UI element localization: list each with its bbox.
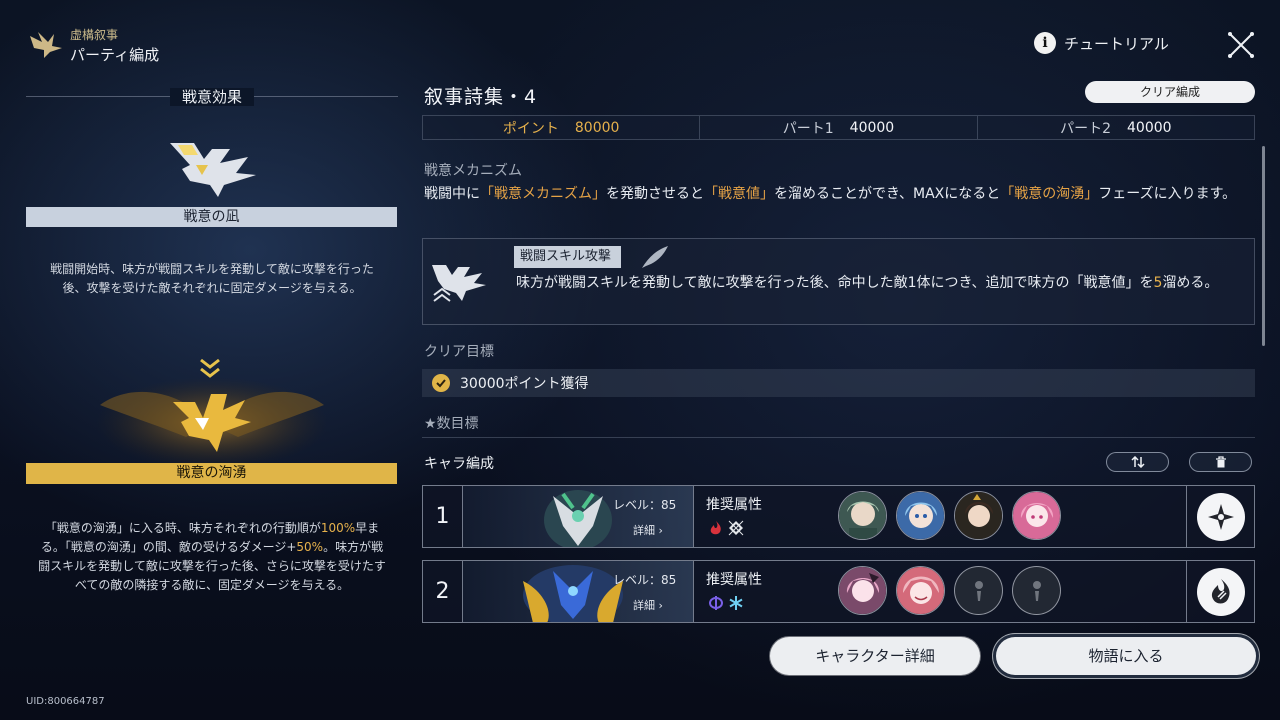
check-icon bbox=[432, 374, 450, 392]
recommended-elements: 推奨属性 bbox=[693, 561, 833, 622]
character-portrait-2[interactable] bbox=[896, 566, 945, 615]
close-icon[interactable] bbox=[1226, 30, 1256, 60]
skill-bird-icon bbox=[432, 265, 486, 302]
skill-tag-battle-skill: 戦闘スキル攻撃 bbox=[514, 246, 622, 268]
enemy-level: レベル：85 bbox=[613, 573, 677, 587]
empty-slot-icon bbox=[1032, 580, 1041, 601]
feather-icon bbox=[642, 246, 668, 268]
star-path-icon bbox=[1207, 503, 1234, 530]
divider bbox=[422, 437, 1255, 438]
empty-character-slot[interactable] bbox=[1012, 566, 1061, 615]
team-number: 2 bbox=[423, 561, 463, 622]
score-part2: パート2 40000 bbox=[1060, 119, 1172, 137]
recommended-elements: 推奨属性 bbox=[693, 486, 833, 547]
recommended-elements-label: 推奨属性 bbox=[706, 497, 762, 513]
character-portrait-3[interactable] bbox=[954, 491, 1003, 540]
scrollbar[interactable] bbox=[1262, 146, 1265, 346]
mechanism-description: 戦闘中に「戦意メカニズム」を発動させると「戦意値」を溜めることができ、MAXにな… bbox=[424, 186, 1237, 202]
clear-goal-row: 30000ポイント獲得 bbox=[422, 369, 1255, 397]
team-label: キャラ編成 bbox=[424, 456, 494, 472]
character-detail-button[interactable]: キャラクター詳細 bbox=[770, 637, 980, 675]
score-total: ポイント 80000 bbox=[423, 116, 701, 139]
skill-description: 味方が戦闘スキルを発動して敵に攻撃を行った後、命中した敵1体につき、追加で味方の… bbox=[516, 275, 1219, 291]
path-slot-2 bbox=[1186, 561, 1254, 622]
clear-goal-text: 30000ポイント獲得 bbox=[460, 376, 589, 392]
enemy-detail-link[interactable]: 詳細 › bbox=[633, 522, 663, 538]
enter-story-button[interactable]: 物語に入る bbox=[996, 637, 1256, 675]
clear-team-button[interactable]: クリア編成 bbox=[1085, 81, 1255, 103]
imaginary-element-icon bbox=[728, 520, 744, 536]
clear-all-button[interactable] bbox=[1189, 452, 1252, 472]
info-icon: i bbox=[1034, 32, 1056, 54]
team-row-2: 2 レベル：85 詳細 › 推奨属性 bbox=[422, 560, 1255, 623]
score-bar: ポイント 80000 パート1 40000 パート2 40000 bbox=[422, 115, 1255, 140]
flame-path-icon bbox=[1211, 578, 1230, 603]
enemy-detail-link[interactable]: 詳細 › bbox=[633, 597, 663, 613]
swap-teams-button[interactable] bbox=[1106, 452, 1169, 472]
surge-morale-bird-icon bbox=[173, 394, 251, 452]
calm-morale-bird-icon bbox=[170, 143, 256, 197]
character-portraits bbox=[838, 566, 1061, 615]
clear-goal-label: クリア目標 bbox=[424, 344, 494, 360]
star-goal-label: ★数目標 bbox=[424, 416, 479, 432]
quantum-element-icon bbox=[709, 596, 723, 610]
team-number: 1 bbox=[423, 486, 463, 547]
path-select-button-1[interactable] bbox=[1196, 492, 1245, 541]
page-title: パーティ編成 bbox=[70, 46, 160, 64]
state-surge-label: 戦意の洶湧 bbox=[26, 463, 397, 484]
tutorial-label: チュートリアル bbox=[1064, 34, 1169, 53]
character-portrait-1[interactable] bbox=[838, 491, 887, 540]
trash-icon bbox=[1215, 456, 1226, 468]
mechanism-label: 戦意メカニズム bbox=[424, 163, 522, 179]
enemy-preview-2[interactable]: レベル：85 詳細 › bbox=[463, 561, 693, 622]
enemy-level: レベル：85 bbox=[613, 498, 677, 512]
bird-logo-icon bbox=[30, 32, 62, 58]
path-select-button-2[interactable] bbox=[1196, 567, 1245, 616]
state-surge-description: 「戦意の洶湧」に入る時、味方それぞれの行動順が100%早まる。「戦意の洶湧」の間… bbox=[38, 521, 386, 592]
character-portrait-2[interactable] bbox=[896, 491, 945, 540]
tutorial-button[interactable]: i チュートリアル bbox=[1034, 32, 1169, 54]
swap-icon bbox=[1130, 456, 1145, 468]
user-id: UID:800664787 bbox=[26, 696, 105, 707]
recommended-elements-label: 推奨属性 bbox=[706, 572, 762, 588]
state-calm-description: 戦闘開始時、味方が戦闘スキルを発動して敵に攻撃を行った後、攻撃を受けた敵それぞれ… bbox=[50, 262, 374, 295]
path-slot-1 bbox=[1186, 486, 1254, 547]
empty-slot-icon bbox=[974, 580, 983, 601]
team-row-1: 1 レベル：85 詳細 › 推奨属性 bbox=[422, 485, 1255, 548]
enemy-preview-1[interactable]: レベル：85 詳細 › bbox=[463, 486, 693, 547]
score-part1: パート1 40000 bbox=[700, 116, 978, 139]
breadcrumb-mode: 虚構叙事 bbox=[70, 28, 119, 42]
character-portrait-4[interactable] bbox=[1012, 491, 1061, 540]
ice-element-icon bbox=[729, 596, 743, 610]
character-portraits bbox=[838, 491, 1061, 540]
fire-element-icon bbox=[710, 521, 721, 535]
stage-title: 叙事詩集・4 bbox=[424, 86, 538, 108]
state-calm-label: 戦意の凪 bbox=[26, 207, 397, 227]
empty-character-slot[interactable] bbox=[954, 566, 1003, 615]
enemy-portrait-icon bbox=[544, 490, 612, 547]
character-portrait-1[interactable] bbox=[838, 566, 887, 615]
section-title-morale-effect: 戦意効果 bbox=[0, 86, 424, 107]
